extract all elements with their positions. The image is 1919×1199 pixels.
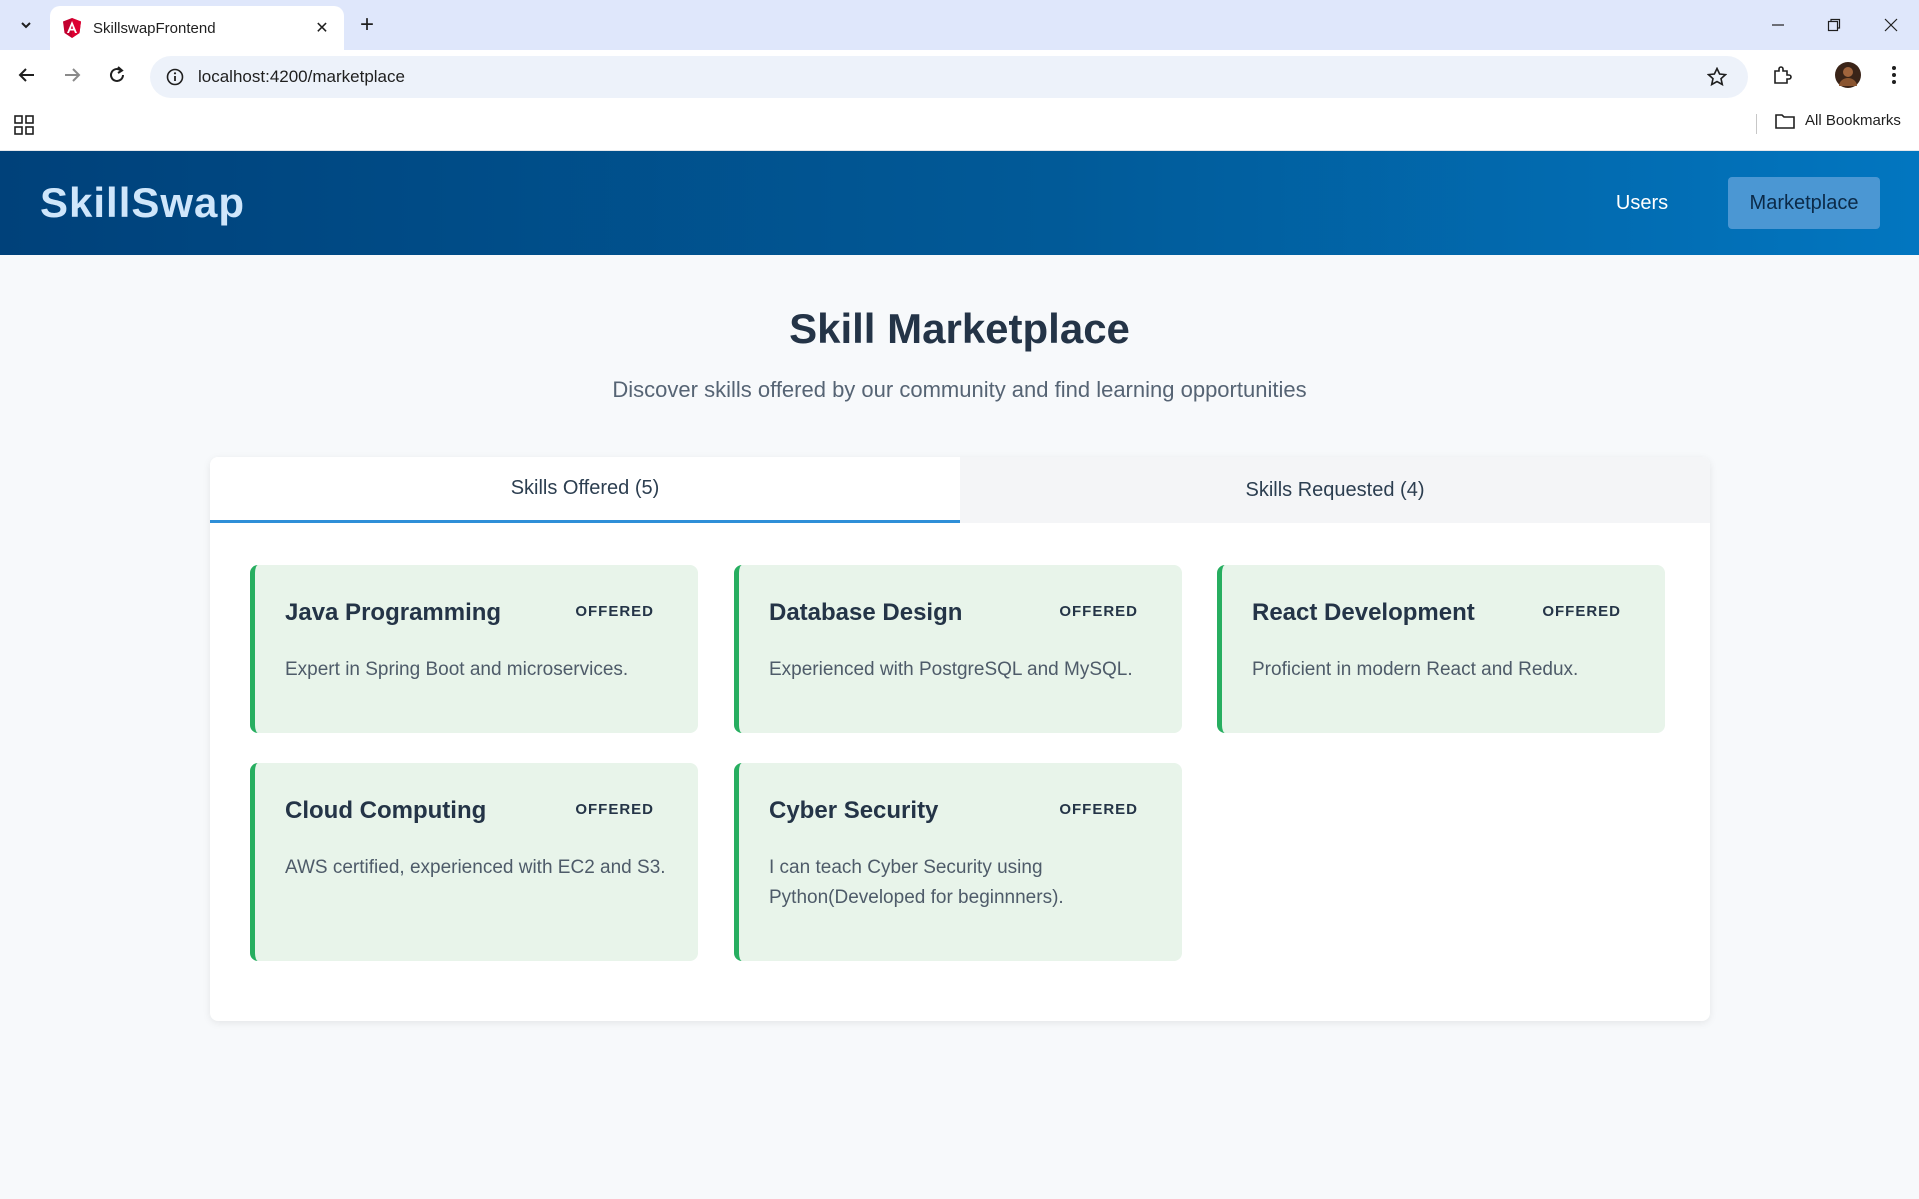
skill-title: Cyber Security: [769, 797, 939, 824]
page-subtitle: Discover skills offered by our community…: [612, 377, 1307, 402]
tab-title: SkillswapFrontend: [93, 19, 216, 37]
skill-card[interactable]: Java Programming OFFERED Expert in Sprin…: [250, 565, 698, 733]
skill-title: React Development: [1252, 599, 1475, 626]
site-info-icon[interactable]: [164, 66, 186, 88]
skill-card[interactable]: Cloud Computing OFFERED AWS certified, e…: [250, 763, 698, 961]
skill-description: Expert in Spring Boot and microservices.: [285, 659, 629, 680]
reload-icon[interactable]: [102, 60, 132, 90]
tab-search-icon[interactable]: [11, 10, 41, 40]
skill-description: Experienced with PostgreSQL and MySQL.: [769, 659, 1133, 680]
skill-card[interactable]: Cyber Security OFFERED I can teach Cyber…: [734, 763, 1182, 961]
main-content: Skill Marketplace Discover skills offere…: [0, 255, 1919, 1199]
avatar[interactable]: [1833, 60, 1863, 90]
status-badge: OFFERED: [1059, 801, 1138, 818]
tab-skills-requested[interactable]: Skills Requested (4): [960, 457, 1710, 523]
address-bar[interactable]: localhost:4200/marketplace: [150, 56, 1748, 98]
skill-card[interactable]: Database Design OFFERED Experienced with…: [734, 565, 1182, 733]
skill-card[interactable]: React Development OFFERED Proficient in …: [1217, 565, 1665, 733]
marketplace-panel: Skills Offered (5) Skills Requested (4) …: [210, 457, 1710, 1021]
window-close-icon[interactable]: [1863, 0, 1919, 50]
browser-tabstrip: SkillswapFrontend ✕ +: [0, 0, 1919, 50]
status-badge: OFFERED: [575, 801, 654, 818]
skill-title: Database Design: [769, 599, 963, 626]
new-tab-icon[interactable]: +: [352, 10, 382, 40]
nav-marketplace-link[interactable]: Marketplace: [1728, 177, 1880, 229]
close-icon[interactable]: ✕: [310, 16, 334, 40]
tab-bar: Skills Offered (5) Skills Requested (4): [210, 457, 1710, 523]
skill-description: I can teach Cyber Security using Python(…: [769, 857, 1064, 908]
browser-tab[interactable]: SkillswapFrontend ✕: [50, 6, 344, 50]
apps-grid-icon[interactable]: [12, 113, 36, 137]
skill-description: AWS certified, experienced with EC2 and …: [285, 857, 666, 878]
skill-title: Cloud Computing: [285, 797, 487, 824]
status-badge: OFFERED: [1059, 603, 1138, 620]
url-text[interactable]: localhost:4200/marketplace: [198, 67, 1702, 87]
folder-icon: [1775, 113, 1795, 129]
all-bookmarks-label: All Bookmarks: [1805, 112, 1901, 129]
forward-arrow-icon[interactable]: [57, 60, 87, 90]
restore-icon[interactable]: [1806, 0, 1862, 50]
angular-icon: [62, 18, 82, 38]
status-badge: OFFERED: [1542, 603, 1621, 620]
status-badge: OFFERED: [575, 603, 654, 620]
skill-description: Proficient in modern React and Redux.: [1252, 659, 1579, 680]
nav-users-link[interactable]: Users: [1596, 183, 1688, 223]
tab-skills-offered[interactable]: Skills Offered (5): [210, 457, 960, 523]
browser-toolbar: localhost:4200/marketplace: [0, 50, 1919, 100]
back-arrow-icon[interactable]: [12, 60, 42, 90]
bookmarks-divider: [1756, 114, 1757, 134]
app-header: SkillSwap Users Marketplace: [0, 151, 1919, 255]
brand-logo[interactable]: SkillSwap: [40, 179, 245, 227]
bookmarks-bar: All Bookmarks: [0, 100, 1919, 151]
skill-title: Java Programming: [285, 599, 502, 626]
page-title: Skill Marketplace: [789, 305, 1130, 352]
menu-dots-icon[interactable]: [1879, 60, 1909, 90]
minimize-icon[interactable]: [1750, 0, 1806, 50]
star-icon[interactable]: [1702, 62, 1732, 92]
extensions-icon[interactable]: [1767, 60, 1797, 90]
all-bookmarks-button[interactable]: All Bookmarks: [1775, 112, 1901, 129]
